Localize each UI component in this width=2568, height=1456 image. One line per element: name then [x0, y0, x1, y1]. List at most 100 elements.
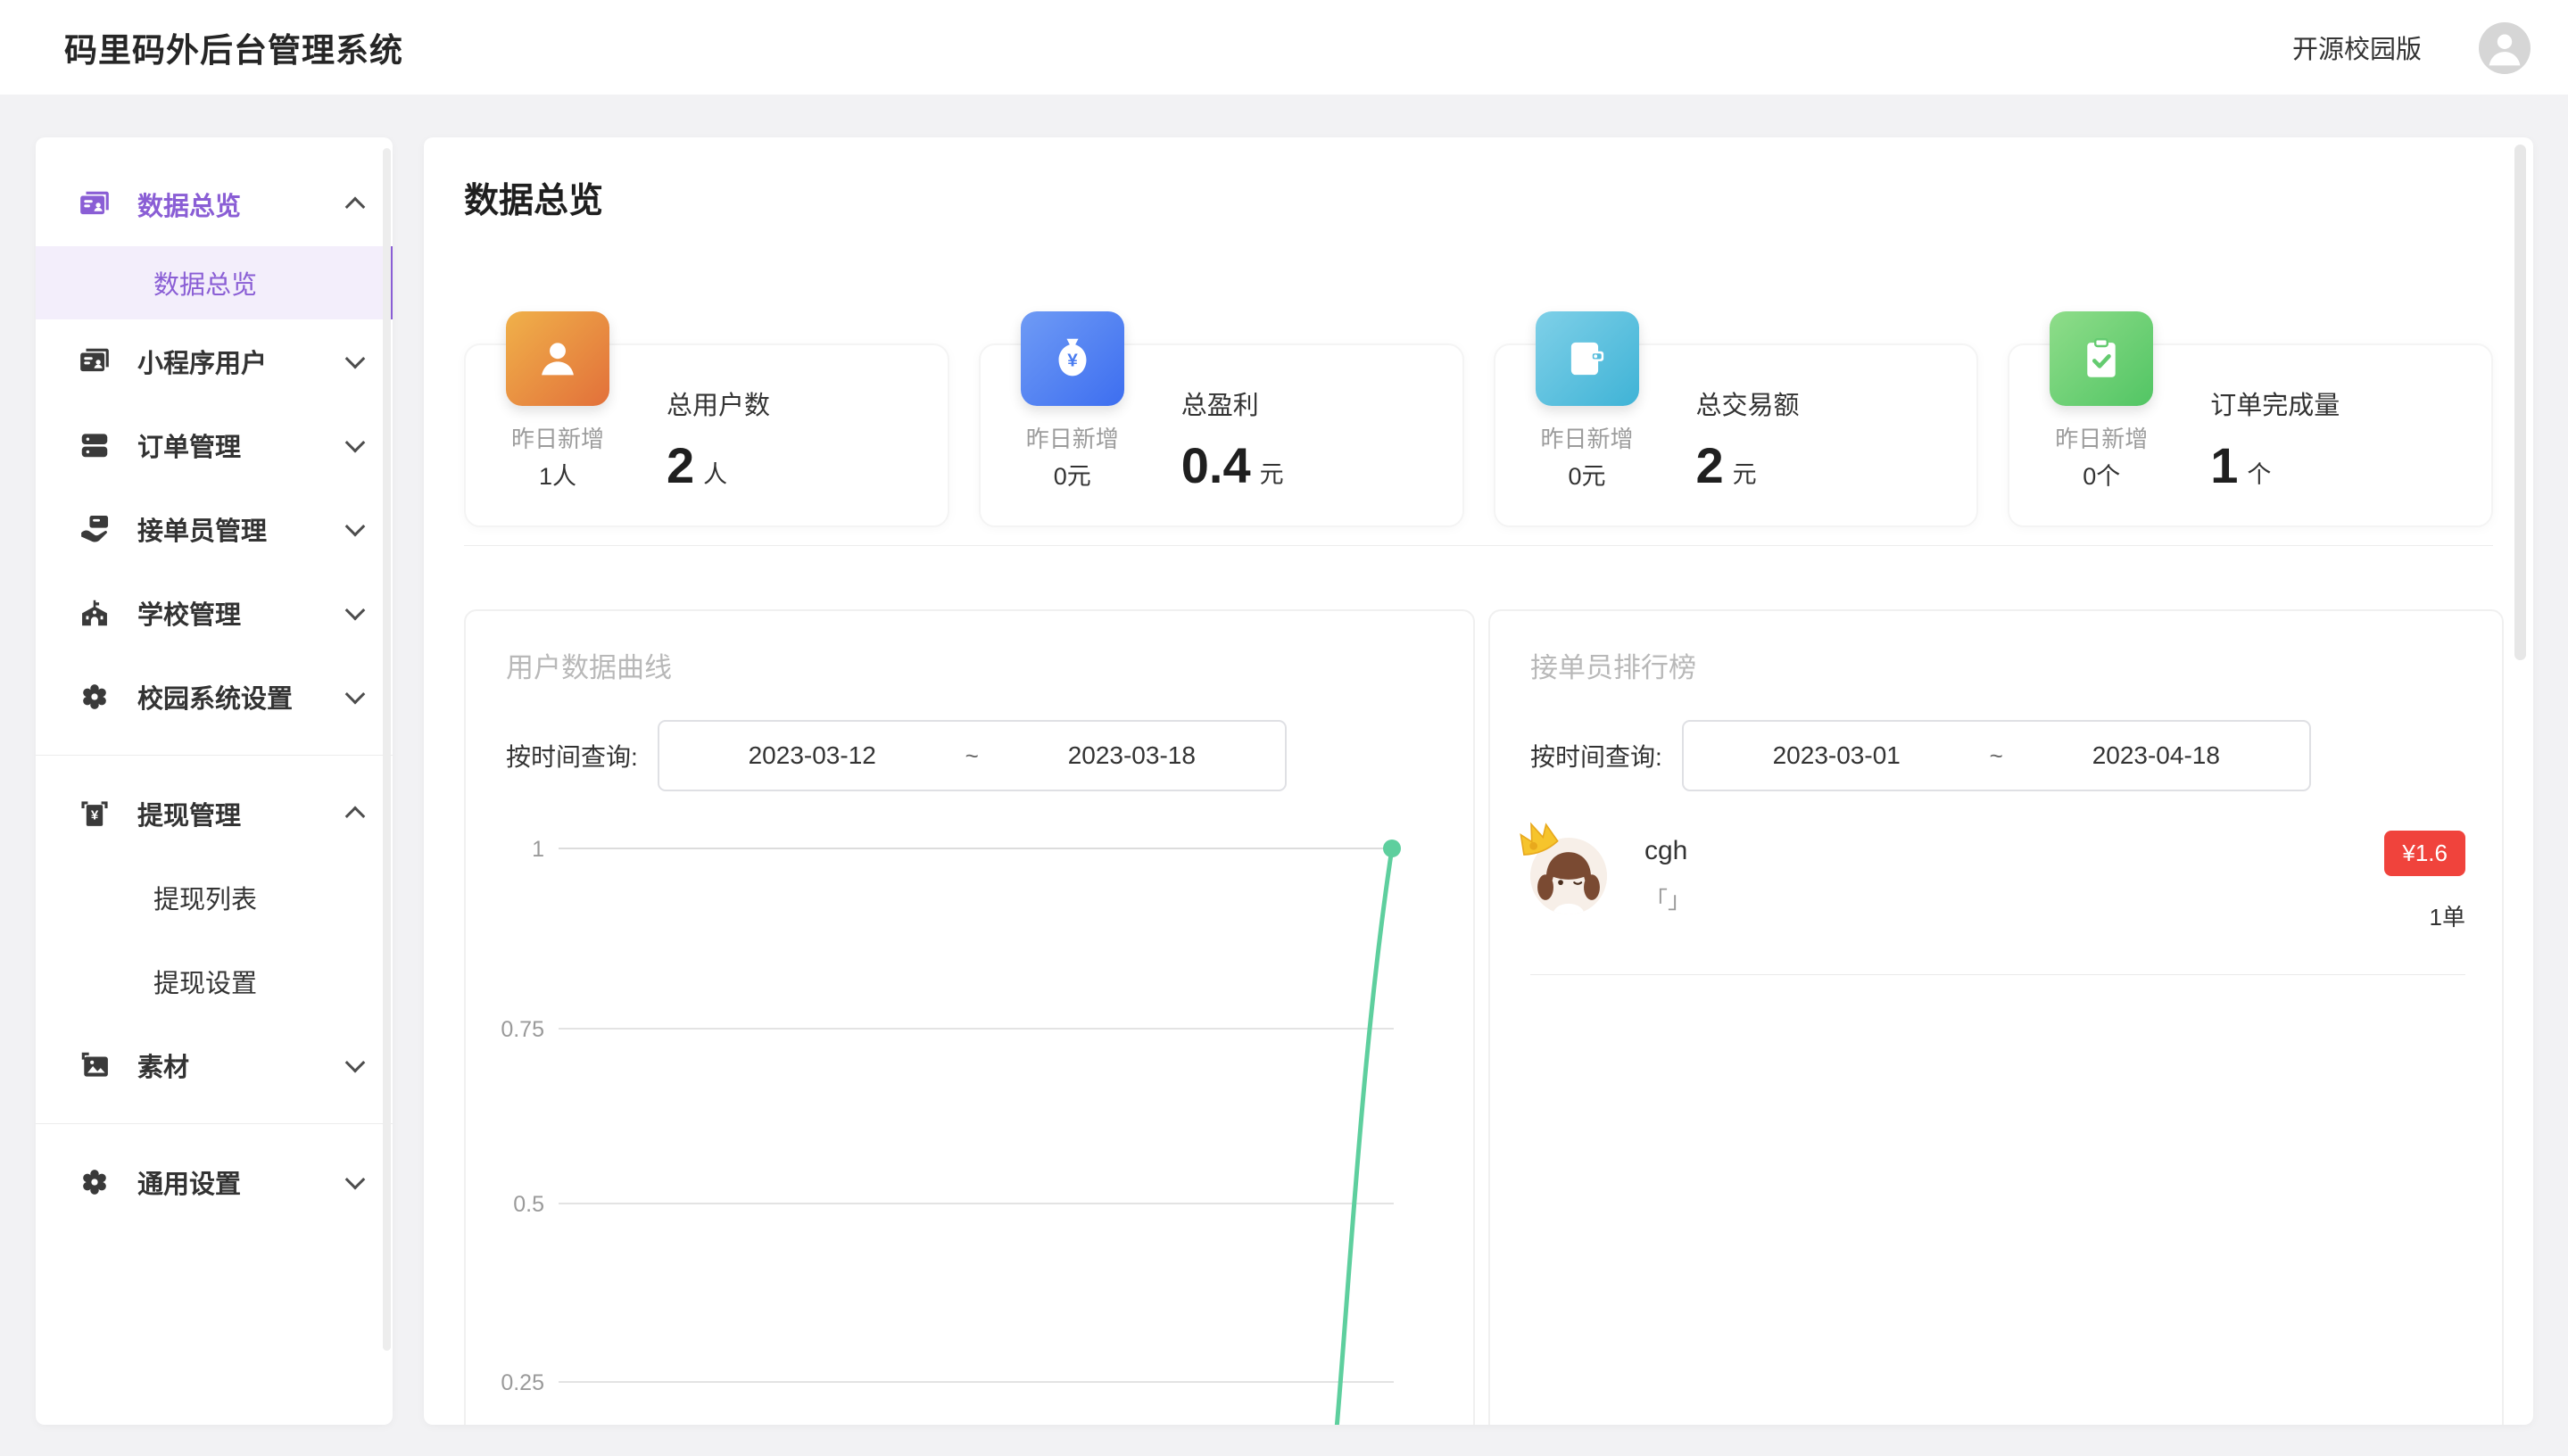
stat-info: 订单完成量 1个	[2210, 385, 2340, 494]
stat-info: 总盈利 0.4 元	[1181, 385, 1284, 494]
yesterday-label: 昨日新增	[1003, 420, 1142, 458]
stat-value: 0.4 元	[1181, 436, 1284, 494]
stat-unit: 元	[1733, 461, 1757, 488]
sidebar-item-label: 接单员管理	[137, 510, 348, 548]
stat-info: 总交易额 2元	[1696, 385, 1800, 494]
sidebar-item-label: 订单管理	[137, 426, 348, 464]
date-start: 2023-03-01	[1773, 741, 1901, 770]
sidebar-subitem-withdrawal-settings[interactable]: 提现设置	[36, 939, 393, 1023]
app-title: 码里码外后台管理系统	[64, 0, 403, 95]
rank-avatar-wrap	[1530, 838, 1607, 914]
query-label: 按时间查询:	[1530, 738, 1662, 774]
user-icon	[506, 311, 609, 406]
sidebar-subitem-label: 提现列表	[153, 879, 257, 916]
chevron-down-icon	[345, 600, 366, 621]
sidebar-item-label: 小程序用户	[137, 343, 348, 380]
stat-label: 总盈利	[1181, 385, 1284, 422]
yesterday-value: 1人	[488, 458, 627, 495]
gear-icon	[75, 680, 114, 714]
sidebar-item-materials[interactable]: 素材	[36, 1023, 393, 1107]
y-tick-025: 0.25	[501, 1370, 544, 1395]
ranking-row-divider	[1530, 974, 2465, 975]
sidebar-item-label: 提现管理	[137, 795, 348, 832]
chevron-down-icon	[345, 1170, 366, 1190]
sidebar-subitem-label: 提现设置	[153, 963, 257, 1000]
orders-icon	[75, 428, 114, 462]
sidebar-subitem-data-overview[interactable]: 数据总览	[36, 246, 393, 319]
rank-user-info: cgh 「」	[1644, 836, 1691, 915]
sidebar-item-data-overview[interactable]: 数据总览	[36, 162, 393, 246]
school-icon	[75, 596, 114, 630]
order-taker-ranking-panel: 接单员排行榜 按时间查询: 2023-03-01 ~ 2023-04-18	[1488, 609, 2504, 1425]
user-line-chart: 1 0.75 0.5 0.25	[466, 611, 1477, 1425]
date-end: 2023-04-18	[2092, 741, 2220, 770]
yesterday-label: 昨日新增	[1518, 420, 1657, 458]
sidebar-item-label: 学校管理	[137, 594, 348, 632]
sidebar-divider	[36, 755, 393, 756]
sidebar-item-school-management[interactable]: 学校管理	[36, 571, 393, 655]
page-title: 数据总览	[464, 173, 603, 223]
order-count: 1单	[2384, 899, 2465, 932]
stat-value: 1个	[2210, 436, 2340, 494]
stat-number: 0.4	[1181, 437, 1251, 493]
amount-badge: ¥1.6	[2384, 831, 2465, 876]
sidebar-item-label: 素材	[137, 1046, 348, 1084]
chart-endpoint-dot	[1383, 840, 1401, 857]
content-scrollbar[interactable]	[2514, 145, 2526, 660]
yesterday-block: 昨日新增 1人	[488, 420, 627, 495]
yesterday-label: 昨日新增	[488, 420, 627, 458]
rank-user-name: cgh	[1644, 836, 1691, 866]
y-tick-1: 1	[532, 837, 544, 862]
sidebar-subitem-withdrawal-list[interactable]: 提现列表	[36, 856, 393, 939]
y-tick-075: 0.75	[501, 1017, 544, 1042]
chevron-down-icon	[345, 433, 366, 453]
image-icon	[75, 1048, 114, 1082]
date-range-separator: ~	[1990, 742, 2003, 770]
main-content: 数据总览 昨日新增 1人 总用户数 2人 ¥	[424, 137, 2533, 1425]
yesterday-label: 昨日新增	[2032, 420, 2171, 458]
y-tick-05: 0.5	[513, 1192, 544, 1217]
stat-card-total-users: 昨日新增 1人 总用户数 2人	[464, 343, 949, 527]
data-overview-icon	[75, 187, 114, 221]
stat-label: 总交易额	[1696, 385, 1800, 422]
user-chart-panel: 用户数据曲线 按时间查询: 2023-03-12 ~ 2023-03-18 1 …	[464, 609, 1475, 1425]
ranking-list-item[interactable]: cgh 「」 ¥1.6 1单	[1530, 831, 2465, 956]
stat-card-total-profit: ¥ 昨日新增 0元 总盈利 0.4元	[979, 343, 1464, 527]
sidebar-item-withdrawal-management[interactable]: ¥ 提现管理	[36, 772, 393, 856]
svg-text:¥: ¥	[91, 808, 99, 823]
gear-icon	[75, 1165, 114, 1199]
sidebar-divider	[36, 1123, 393, 1124]
stat-unit: 元	[1260, 461, 1284, 488]
yesterday-block: 昨日新增 0元	[1003, 420, 1142, 495]
stat-label: 订单完成量	[2210, 385, 2340, 422]
yesterday-value: 0个	[2032, 458, 2171, 495]
chevron-down-icon	[345, 517, 366, 537]
stat-value: 2人	[667, 436, 770, 494]
stat-card-completed-orders: 昨日新增 0个 订单完成量 1个	[2008, 343, 2493, 527]
sidebar-item-campus-system-settings[interactable]: 校园系统设置	[36, 655, 393, 739]
rank-metrics: ¥1.6 1单	[2384, 831, 2465, 932]
sidebar-item-general-settings[interactable]: 通用设置	[36, 1140, 393, 1224]
chevron-up-icon	[345, 807, 366, 827]
yesterday-block: 昨日新增 0个	[2032, 420, 2171, 495]
sidebar-item-order-taker-management[interactable]: 接单员管理	[36, 487, 393, 571]
stat-unit: 个	[2247, 461, 2271, 488]
sidebar-item-miniprogram-users[interactable]: 小程序用户	[36, 319, 393, 403]
stat-value: 2元	[1696, 436, 1800, 494]
section-divider	[464, 545, 2493, 546]
sidebar-item-label: 数据总览	[137, 186, 348, 223]
yesterday-value: 0元	[1518, 458, 1657, 495]
sidebar-item-label: 校园系统设置	[137, 678, 348, 716]
user-avatar[interactable]	[2479, 22, 2531, 74]
chevron-up-icon	[345, 197, 366, 218]
stat-cards-row: 昨日新增 1人 总用户数 2人 ¥ 昨日新增 0元 总盈利 0.4	[464, 343, 2493, 527]
sidebar-scrollbar[interactable]	[383, 148, 391, 1351]
top-header: 码里码外后台管理系统 开源校园版	[0, 0, 2568, 95]
admin-dashboard: 码里码外后台管理系统 开源校园版 数据总览 数据总览	[0, 0, 2568, 1456]
withdraw-icon: ¥	[75, 797, 114, 831]
ranking-date-range-input[interactable]: 2023-03-01 ~ 2023-04-18	[1682, 720, 2311, 791]
hand-card-icon	[75, 512, 114, 546]
sidebar-item-order-management[interactable]: 订单管理	[36, 403, 393, 487]
yesterday-block: 昨日新增 0元	[1518, 420, 1657, 495]
chevron-down-icon	[345, 684, 366, 705]
